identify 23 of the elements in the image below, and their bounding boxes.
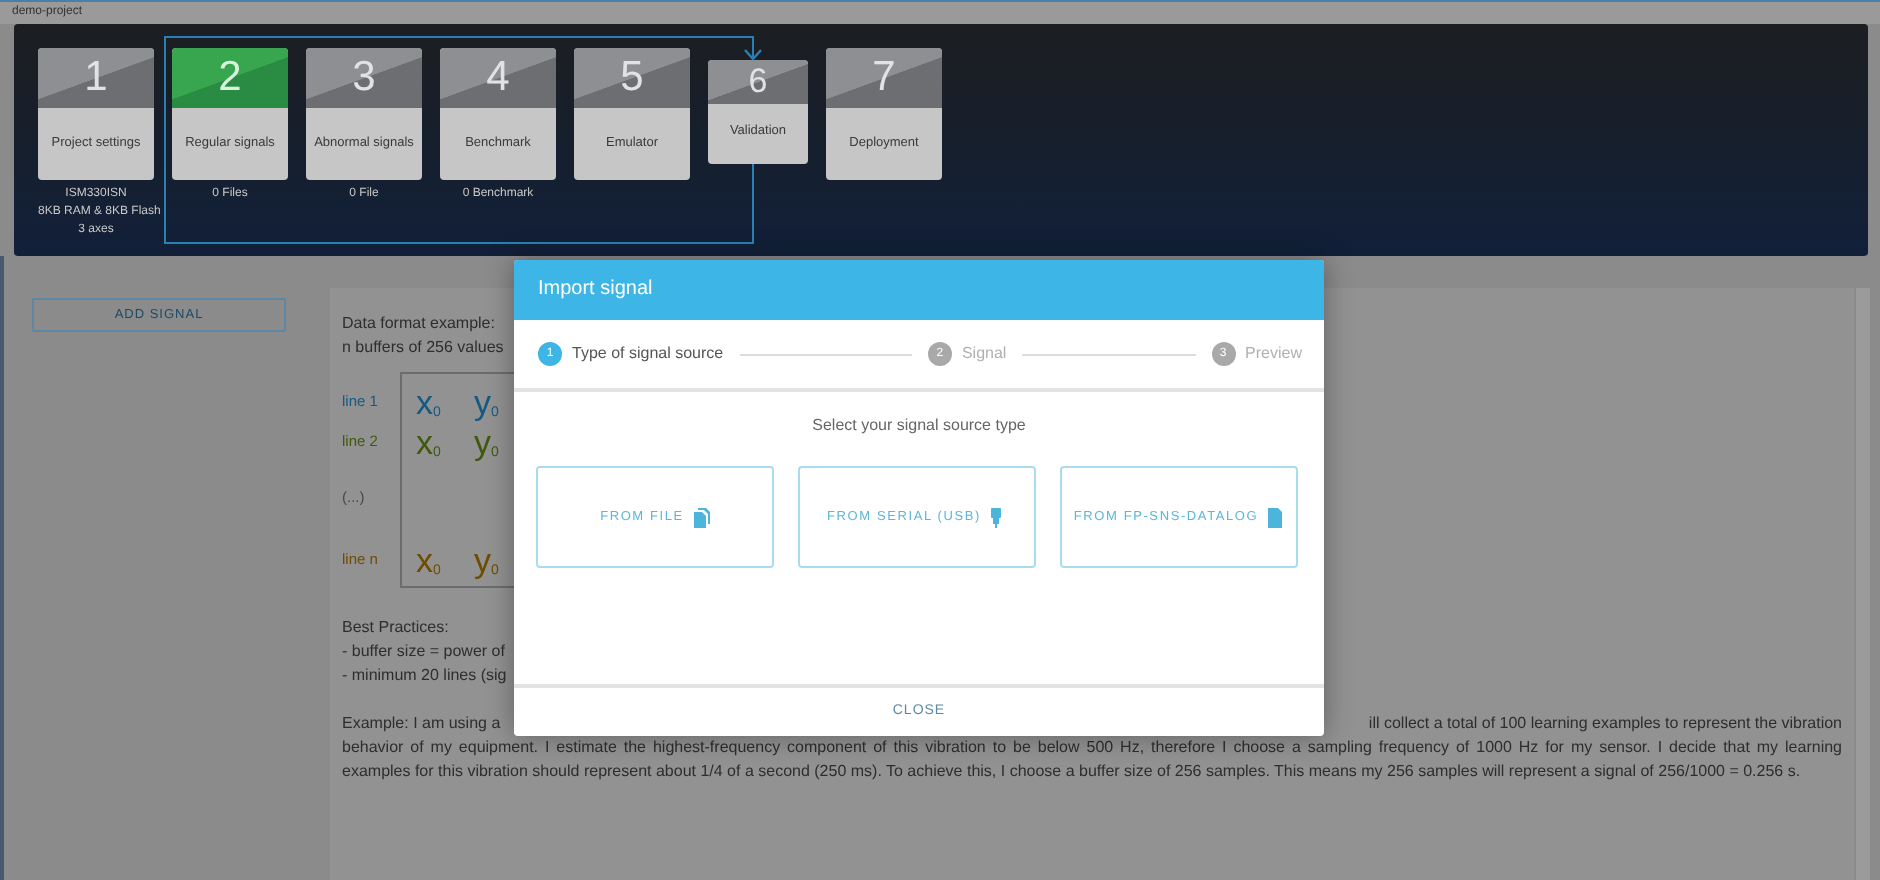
example-text: ill collect a total of 100 learning examples to represent the vibration [1368,712,1842,736]
prompt-text: Select your signal source type [810,414,1028,438]
best-practice-text: - buffer size = power of [342,640,505,664]
file-icon [691,507,710,527]
dialog-title: Import signal [514,260,1324,320]
format-title: Data format example: [342,312,495,336]
value-cell-text: x$_{0}$ [416,543,443,577]
value-cell-text: x$_{0}$ [416,425,443,459]
example-text: Example: I am using a [342,712,501,736]
value-cell-text: y$_{0}$ [474,385,501,419]
usb-icon [988,507,1007,527]
best-practices-title: Best Practices: [342,616,449,640]
format-subtitle: n buffers of 256 values [342,336,504,360]
example-text: examples for this vibration should represent about 1/4 of a second (250 ms). To achieve this, I choose a buffer size of 256 samples. This means my 256 samples will represent a signal of 256/1000 = 0.256 s. [342,760,1803,784]
value-cell-text: y$_{0}$ [474,425,501,459]
value-cell-text: y$_{0}$ [474,543,501,577]
step-label: Type of signal source [572,342,724,366]
step-label: Preview [1245,342,1302,366]
value-cell-text: x$_{0}$ [416,385,443,419]
example-text: behavior of my equipment. I estimate the highest-frequency component of this vibration to be below 500 Hz, therefore I choose a sampling frequency of 1000 Hz for my sensor. I decide that my learning [342,736,1842,760]
sd-card-icon [1266,507,1285,527]
step-label: Signal [961,342,1007,366]
best-practice-text: - minimum 20 lines (sig [342,664,507,688]
